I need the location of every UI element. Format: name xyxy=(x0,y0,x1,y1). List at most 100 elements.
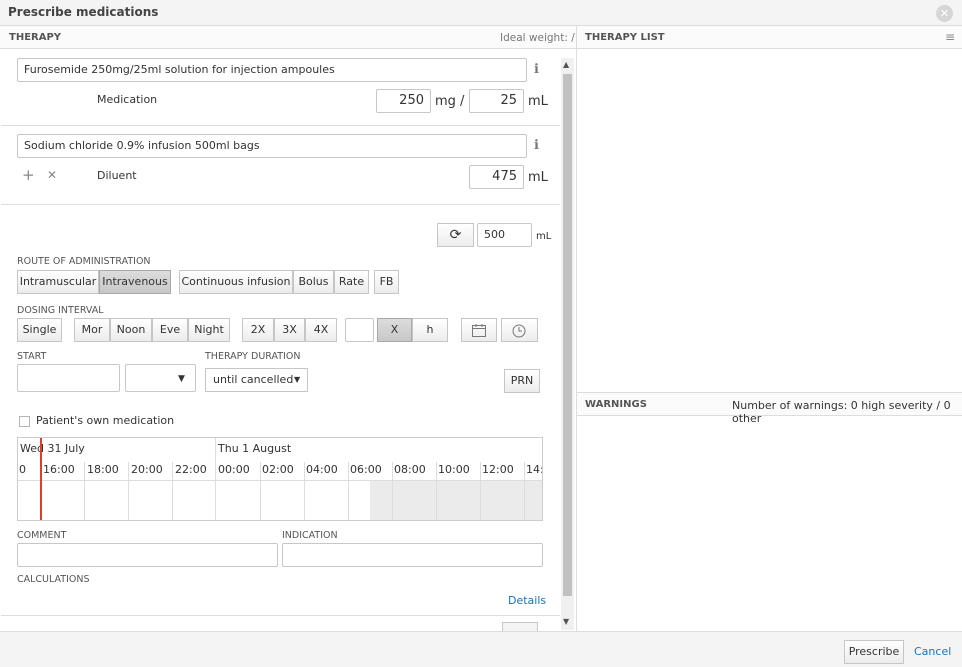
volume-unit: mL xyxy=(528,94,548,109)
details-link[interactable]: Details xyxy=(508,594,546,607)
start-time-select[interactable]: ▼ xyxy=(125,364,196,392)
caret-down-icon: ▼ xyxy=(178,374,185,384)
comment-input[interactable] xyxy=(17,543,278,567)
dose-input[interactable]: 250 xyxy=(376,89,431,113)
dosing-interval-label: DOSING INTERVAL xyxy=(17,305,104,316)
calendar-icon xyxy=(472,324,486,337)
cancel-link[interactable]: Cancel xyxy=(914,645,951,658)
therapy-list-header: THERAPY LIST ≡ xyxy=(577,26,962,49)
therapy-header: THERAPY Ideal weight: / xyxy=(0,26,576,49)
interval-input[interactable] xyxy=(345,318,374,342)
single-button[interactable]: Single xyxy=(17,318,62,342)
timeline-hour: 12:00 xyxy=(482,463,514,476)
own-medication-checkbox[interactable] xyxy=(19,416,30,427)
total-volume-unit: mL xyxy=(536,231,552,242)
divider xyxy=(1,615,560,616)
scroll-up-icon[interactable]: ▲ xyxy=(563,60,569,69)
fb-button[interactable]: FB xyxy=(374,270,399,294)
indication-label: INDICATION xyxy=(282,530,338,541)
timeline-hour: 16:00 xyxy=(43,463,75,476)
recalculate-button[interactable]: ⟳ xyxy=(437,223,474,247)
timeline-hour: 0 xyxy=(19,463,26,476)
continuous-infusion-button[interactable]: Continuous infusion xyxy=(179,270,293,294)
menu-icon[interactable]: ≡ xyxy=(945,30,955,44)
timeline-day-thu: Thu 1 August xyxy=(218,442,292,455)
warnings-title: WARNINGS xyxy=(585,399,647,410)
timeline[interactable]: Wed 31 July Thu 1 August 0 16:00 18:00 2… xyxy=(17,437,543,521)
warnings-header: WARNINGS Number of warnings: 0 high seve… xyxy=(577,392,962,425)
schedule-button[interactable] xyxy=(501,318,538,342)
dose-unit: mg / xyxy=(435,94,465,109)
panel-divider xyxy=(576,26,577,631)
partial-button[interactable] xyxy=(502,622,538,631)
add-diluent-icon[interactable]: + xyxy=(22,166,35,184)
therapy-duration-select[interactable]: until cancelled ▼ xyxy=(205,368,308,392)
therapy-list-title: THERAPY LIST xyxy=(585,32,665,43)
timeline-day-wed: Wed 31 July xyxy=(20,442,85,455)
diluent-label: Diluent xyxy=(97,169,137,182)
timeline-hour: 04:00 xyxy=(306,463,338,476)
caret-down-icon: ▼ xyxy=(294,375,301,384)
prn-button[interactable]: PRN xyxy=(504,369,540,393)
divider xyxy=(1,204,560,205)
medication-label: Medication xyxy=(97,93,158,106)
clock-icon xyxy=(512,324,526,338)
start-date-input[interactable] xyxy=(17,364,120,392)
timeline-future-shade xyxy=(370,481,542,520)
window-title: Prescribe medications xyxy=(8,5,159,19)
therapy-duration-value: until cancelled xyxy=(213,373,294,386)
scroll-down-icon[interactable]: ▼ xyxy=(563,617,569,626)
remove-diluent-icon[interactable]: ✕ xyxy=(47,168,57,182)
interval-h-button[interactable]: h xyxy=(412,318,448,342)
window-title-bar: Prescribe medications ✕ xyxy=(0,0,962,26)
night-button[interactable]: Night xyxy=(188,318,230,342)
close-icon[interactable]: ✕ xyxy=(936,5,953,22)
rate-button[interactable]: Rate xyxy=(334,270,369,294)
medication-name-field[interactable]: Furosemide 250mg/25ml solution for injec… xyxy=(17,58,527,82)
timeline-hour: 08:00 xyxy=(394,463,426,476)
interval-x-button[interactable]: X xyxy=(377,318,412,342)
calculations-label: CALCULATIONS xyxy=(17,574,90,585)
medication-info-icon[interactable]: ℹ xyxy=(534,62,539,77)
ideal-weight: Ideal weight: / xyxy=(500,32,575,44)
timeline-hour: 00:00 xyxy=(218,463,250,476)
current-time-marker xyxy=(40,438,42,520)
scrollbar-thumb[interactable] xyxy=(563,74,572,596)
indication-input[interactable] xyxy=(282,543,543,567)
freq-2x-button[interactable]: 2X xyxy=(242,318,274,342)
mor-button[interactable]: Mor xyxy=(74,318,110,342)
route-label: ROUTE OF ADMINISTRATION xyxy=(17,256,151,267)
timeline-hour: 14:0 xyxy=(526,463,542,476)
timeline-hour: 06:00 xyxy=(350,463,382,476)
route-intravenous-button[interactable]: Intravenous xyxy=(99,270,171,294)
calendar-button[interactable] xyxy=(461,318,497,342)
total-volume-input[interactable]: 500 xyxy=(477,223,532,247)
own-medication-label: Patient's own medication xyxy=(36,414,175,427)
warnings-count: Number of warnings: 0 high severity / 0 … xyxy=(732,399,951,425)
start-label: START xyxy=(17,351,47,362)
prescribe-button[interactable]: Prescribe xyxy=(844,640,904,664)
bolus-button[interactable]: Bolus xyxy=(293,270,334,294)
noon-button[interactable]: Noon xyxy=(110,318,152,342)
diluent-volume-input[interactable]: 475 xyxy=(469,165,524,189)
diluent-volume-unit: mL xyxy=(528,170,548,185)
timeline-hour: 02:00 xyxy=(262,463,294,476)
diluent-name-field[interactable]: Sodium chloride 0.9% infusion 500ml bags xyxy=(17,134,527,158)
timeline-hour: 22:00 xyxy=(175,463,207,476)
refresh-icon: ⟳ xyxy=(449,227,462,243)
route-intramuscular-button[interactable]: Intramuscular xyxy=(17,270,99,294)
diluent-info-icon[interactable]: ℹ xyxy=(534,138,539,153)
timeline-hour: 10:00 xyxy=(438,463,470,476)
divider xyxy=(1,125,560,126)
volume-input[interactable]: 25 xyxy=(469,89,524,113)
eve-button[interactable]: Eve xyxy=(152,318,188,342)
timeline-hour: 18:00 xyxy=(87,463,119,476)
dialog-footer: Prescribe Cancel xyxy=(0,631,962,667)
freq-4x-button[interactable]: 4X xyxy=(305,318,337,342)
therapy-duration-label: THERAPY DURATION xyxy=(205,351,301,362)
comment-label: COMMENT xyxy=(17,530,67,541)
freq-3x-button[interactable]: 3X xyxy=(274,318,305,342)
day-separator xyxy=(215,438,216,520)
therapy-title: THERAPY xyxy=(9,32,62,43)
timeline-hour: 20:00 xyxy=(131,463,163,476)
